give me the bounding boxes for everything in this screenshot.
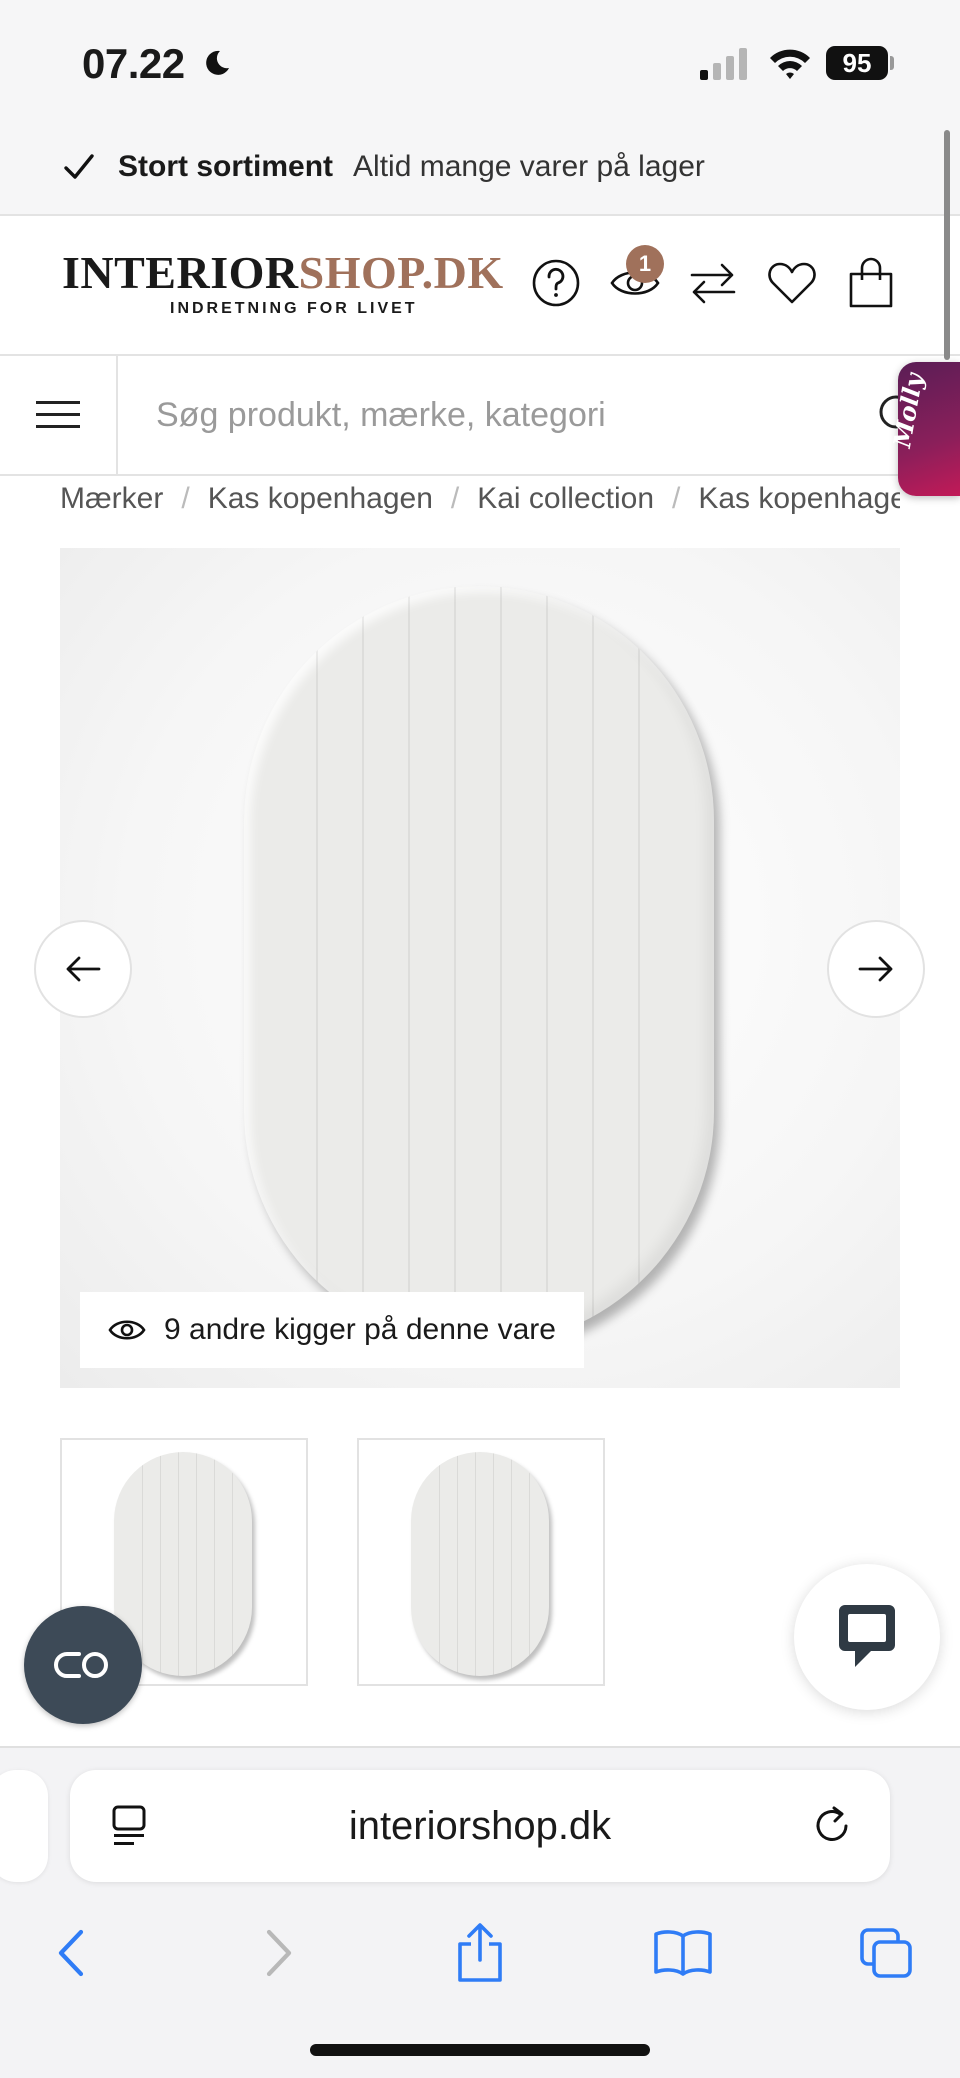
home-indicator bbox=[310, 2044, 650, 2056]
product-main-image[interactable] bbox=[60, 548, 900, 1388]
breadcrumb-separator: / bbox=[181, 482, 190, 515]
breadcrumb-separator: / bbox=[450, 482, 460, 515]
share-button[interactable] bbox=[445, 1918, 515, 1988]
live-viewers-notice: 9 andre kigger på denne vare bbox=[80, 1292, 584, 1368]
battery-tip bbox=[890, 56, 894, 70]
wishlist-button[interactable] bbox=[763, 254, 821, 312]
back-button[interactable] bbox=[36, 1918, 106, 1988]
url-text: interiorshop.dk bbox=[348, 1804, 612, 1848]
site-header: INTERIORSHOP.DK INDRETNING FOR LIVET bbox=[0, 216, 960, 356]
chat-button[interactable] bbox=[794, 1564, 940, 1710]
logo-tagline: INDRETNING FOR LIVET bbox=[170, 300, 418, 317]
previous-tab-preview[interactable] bbox=[0, 1770, 48, 1882]
logo-wordmark: INTERIORSHOP.DK bbox=[62, 247, 504, 298]
chevron-right-icon bbox=[266, 1929, 292, 1977]
search-row bbox=[0, 356, 960, 476]
breadcrumb-item[interactable]: Kas kopenhagen bbox=[208, 482, 433, 516]
menu-button[interactable] bbox=[0, 356, 118, 474]
hamburger-menu-icon bbox=[36, 401, 80, 428]
browser-toolbar: interiorshop.dk bbox=[0, 1746, 960, 2078]
compare-icon bbox=[690, 263, 736, 304]
viewers-text: 9 andre kigger på denne vare bbox=[164, 1313, 556, 1346]
molly-assistant-tab[interactable]: Molly bbox=[887, 362, 960, 496]
recently-viewed-badge: 1 bbox=[626, 245, 664, 283]
help-icon bbox=[532, 259, 580, 307]
tabs-button[interactable] bbox=[851, 1918, 921, 1988]
eye-icon bbox=[108, 1320, 146, 1340]
promo-bar: Stort sortiment Altid mange varer på lag… bbox=[0, 120, 960, 216]
status-time: 07.22 bbox=[82, 40, 185, 87]
bookmarks-button[interactable] bbox=[648, 1918, 718, 1988]
promo-text: Altid mange varer på lager bbox=[353, 150, 705, 183]
cookie-consent-button[interactable] bbox=[24, 1606, 142, 1724]
arrow-left-icon bbox=[66, 956, 101, 982]
arrow-right-icon bbox=[858, 956, 893, 982]
breadcrumb-item[interactable]: Kas kopenhage bbox=[698, 482, 900, 516]
share-icon bbox=[458, 1923, 502, 1982]
scrollbar[interactable] bbox=[944, 130, 950, 360]
breadcrumb-item[interactable]: Kai collection bbox=[477, 482, 654, 516]
product-photo-mattress bbox=[244, 586, 714, 1346]
battery-indicator: 95 bbox=[826, 46, 888, 80]
next-image-button[interactable] bbox=[827, 920, 925, 1018]
address-bar[interactable]: interiorshop.dk bbox=[70, 1770, 890, 1882]
check-icon bbox=[64, 154, 94, 179]
breadcrumb-separator: / bbox=[672, 482, 681, 515]
breadcrumb: Mærker / Kas kopenhagen / Kai collection / Kas… bbox=[60, 482, 900, 532]
cart-button[interactable] bbox=[842, 254, 900, 312]
book-icon bbox=[654, 1930, 712, 1976]
product-thumbnail[interactable] bbox=[357, 1438, 605, 1686]
previous-image-button[interactable] bbox=[34, 920, 132, 1018]
status-bar: 07.22 95 bbox=[0, 0, 960, 120]
tabs-icon bbox=[860, 1928, 912, 1978]
site-logo[interactable]: INTERIORSHOP.DK INDRETNING FOR LIVET bbox=[62, 250, 504, 318]
breadcrumb-item[interactable]: Mærker bbox=[60, 482, 163, 516]
cellular-signal-icon bbox=[700, 48, 747, 80]
promo-headline: Stort sortiment bbox=[118, 150, 334, 183]
heart-icon bbox=[768, 262, 816, 304]
search-input[interactable] bbox=[120, 356, 920, 474]
cookie-consent-icon bbox=[54, 1652, 108, 1678]
reload-icon[interactable] bbox=[810, 1804, 854, 1848]
thumbnail-image bbox=[411, 1452, 549, 1676]
wifi-icon bbox=[770, 49, 810, 79]
help-button[interactable] bbox=[527, 254, 585, 312]
moon-icon bbox=[206, 50, 229, 75]
shopping-bag-icon bbox=[849, 257, 893, 308]
chat-bubble-icon bbox=[839, 1605, 895, 1667]
forward-button[interactable] bbox=[244, 1918, 314, 1988]
compare-button[interactable] bbox=[684, 254, 742, 312]
chevron-left-icon bbox=[58, 1929, 84, 1977]
